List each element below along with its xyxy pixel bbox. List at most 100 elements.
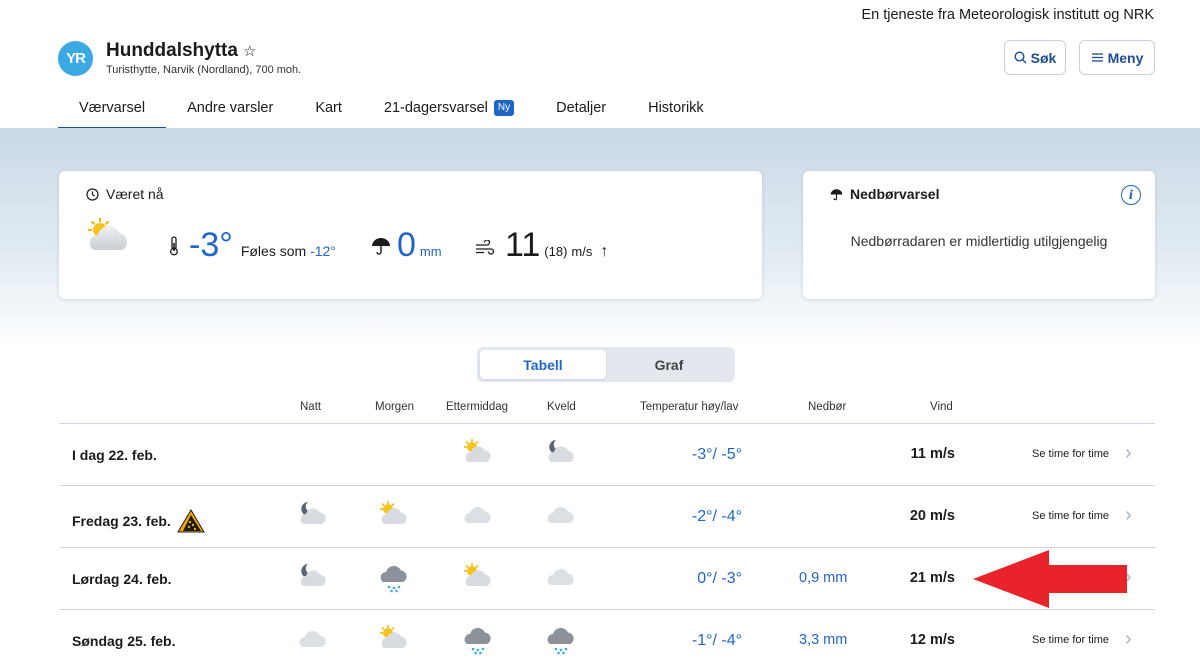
service-attribution: En tjeneste fra Meteorologisk institutt … [861,7,1154,23]
menu-label: Meny [1107,49,1144,66]
location-subtitle: Turisthytte, Narvik (Nordland), 700 moh. [106,64,302,76]
header-morning: Morgen [375,401,414,413]
snow-cloud-icon [377,562,411,599]
umbrella-icon [372,238,390,255]
view-toggle: Tabell Graf [477,347,735,382]
cloud-icon [296,624,330,657]
current-weather-card: Været nå -3° Føles som -12° 0 mm 11 (18)… [59,171,762,299]
tab-kart[interactable]: Kart [294,90,363,130]
temp-high-low: -2°/ -4° [691,508,742,525]
wind-icon [476,240,495,255]
snow-cloud-icon [461,624,495,661]
temp-high-low: -1°/ -4° [691,632,742,649]
wind-value: 11 m/s [910,446,955,462]
search-button[interactable]: Søk [1004,40,1066,75]
tab-historikk[interactable]: Historikk [627,90,725,130]
header-precipitation: Nedbør [808,401,847,413]
row-day: Søndag 25. feb. [72,633,175,649]
day-label: Søndag 25. feb. [72,633,176,649]
hourly-forecast-link[interactable]: Se time for time [1032,510,1109,522]
wind-value: 12 m/s [909,632,955,648]
umbrella-icon [830,188,843,200]
precipitation-forecast-card: Nedbørvarsel i Nedbørradaren er midlerti… [803,171,1155,299]
thermometer-icon [170,236,178,256]
info-icon[interactable]: i [1121,185,1141,205]
day-label: Lørdag 24. feb. [72,571,172,587]
cloud-icon [461,500,495,533]
precipitation-value: 3,3 mm [799,632,848,648]
partly-night-icon [544,438,578,471]
chevron-right-icon[interactable]: › [1125,504,1132,527]
temp-high-low: 0°/ -3° [697,570,742,587]
feels-like-value: -12° [310,243,336,259]
red-annotation-arrow-icon [973,550,1127,608]
header-night: Natt [300,401,322,413]
precipitation-card-title: Nedbørvarsel [830,186,939,202]
menu-button[interactable]: Meny [1079,40,1155,75]
favorite-star-icon[interactable]: ☆ [243,42,256,60]
main-nav: Værvarsel Andre varsler Kart 21-dagersva… [58,90,725,130]
table-row[interactable]: Fredag 23. feb. -2°/ -4° 20 m/s Se time for… [59,486,1155,548]
tab-andre-varsler[interactable]: Andre varsler [166,90,294,130]
graph-view-button[interactable]: Graf [606,350,732,379]
card-title-text: Været nå [106,186,164,202]
row-day: Fredag 23. feb. [72,509,205,533]
hourly-forecast-link[interactable]: Se time for time [1032,634,1109,646]
chevron-right-icon[interactable]: › [1125,442,1132,465]
tab-label: Historikk [648,100,704,116]
partly-sunny-icon [377,500,411,533]
precipitation-value: 0,9 mm [799,570,848,586]
current-temp-value: -3° [189,226,233,264]
chevron-right-icon[interactable]: › [1125,628,1132,651]
hamburger-icon [1091,53,1103,62]
snow-cloud-icon [544,624,578,661]
partly-sunny-icon [461,438,495,471]
location-header: YR Hunddalshytta ☆ Turisthytte, Narvik (… [58,40,301,76]
wind-value: 20 m/s [909,508,955,524]
tab-detaljer[interactable]: Detaljer [535,90,627,130]
header-evening: Kveld [547,401,576,413]
header-afternoon: Ettermiddag [446,401,509,413]
hourly-forecast-link[interactable]: Se time for time [1032,448,1109,460]
table-row[interactable]: Søndag 25. feb. -1°/ -4° 3,3 mm 12 m/s Se ti… [59,610,1155,666]
cloud-icon [544,500,578,533]
day-label: Fredag 23. feb. [72,513,171,529]
table-row[interactable]: I dag 22. feb. -3°/ -5° 11 m/s Se time for … [59,424,1155,486]
current-wind-unit: m/s [571,244,593,259]
feels-like-label: Føles som [240,243,307,259]
tab-label: Andre varsler [187,100,274,116]
location-title: Hunddalshytta ☆ [106,40,301,62]
partly-sunny-icon [461,562,495,595]
wind-value: 21 m/s [909,570,955,586]
tab-label: 21-dagersvarsel [383,100,488,116]
feels-like: Føles som -12° [241,243,336,259]
current-precip-value: 0 [397,226,416,264]
tab-label: Detaljer [556,100,607,116]
wind-direction-arrow-icon: ↑ [600,243,609,260]
tab-label: Kart [315,100,342,116]
radar-unavailable-message: Nedbørradaren er midlertidig utilgjengel… [850,233,1108,249]
search-label: Søk [1030,49,1057,66]
current-wind-value: 11 [505,226,541,264]
tab-label: Værvarsel [79,100,146,116]
cloud-icon [544,562,578,595]
current-precip-unit: mm [419,244,442,259]
partly-night-icon [296,500,330,533]
partly-sunny-icon [377,624,411,657]
forecast-table-header: Natt Morgen Ettermiddag Kveld Temperatur… [0,401,1200,421]
new-badge: Ny [493,100,515,116]
day-label: I dag 22. feb. [72,447,157,463]
tab-21-dagersvarsel[interactable]: 21-dagersvarsel Ny [363,90,535,130]
yr-logo[interactable]: YR [58,40,93,76]
header-temperature: Temperatur høy/lav [640,401,739,413]
temp-high-low: -3°/ -5° [691,446,742,463]
partly-night-icon [296,562,330,595]
location-name: Hunddalshytta [106,40,238,61]
row-day: Lørdag 24. feb. [72,571,172,587]
table-view-button[interactable]: Tabell [480,350,606,379]
current-precipitation: 0 mm [371,226,442,265]
current-gust-value: (18) [544,244,568,259]
current-wind: 11 (18) m/s ↑ [475,226,608,265]
search-icon [1014,51,1027,64]
tab-vaervarsel[interactable]: Værvarsel [58,90,167,130]
